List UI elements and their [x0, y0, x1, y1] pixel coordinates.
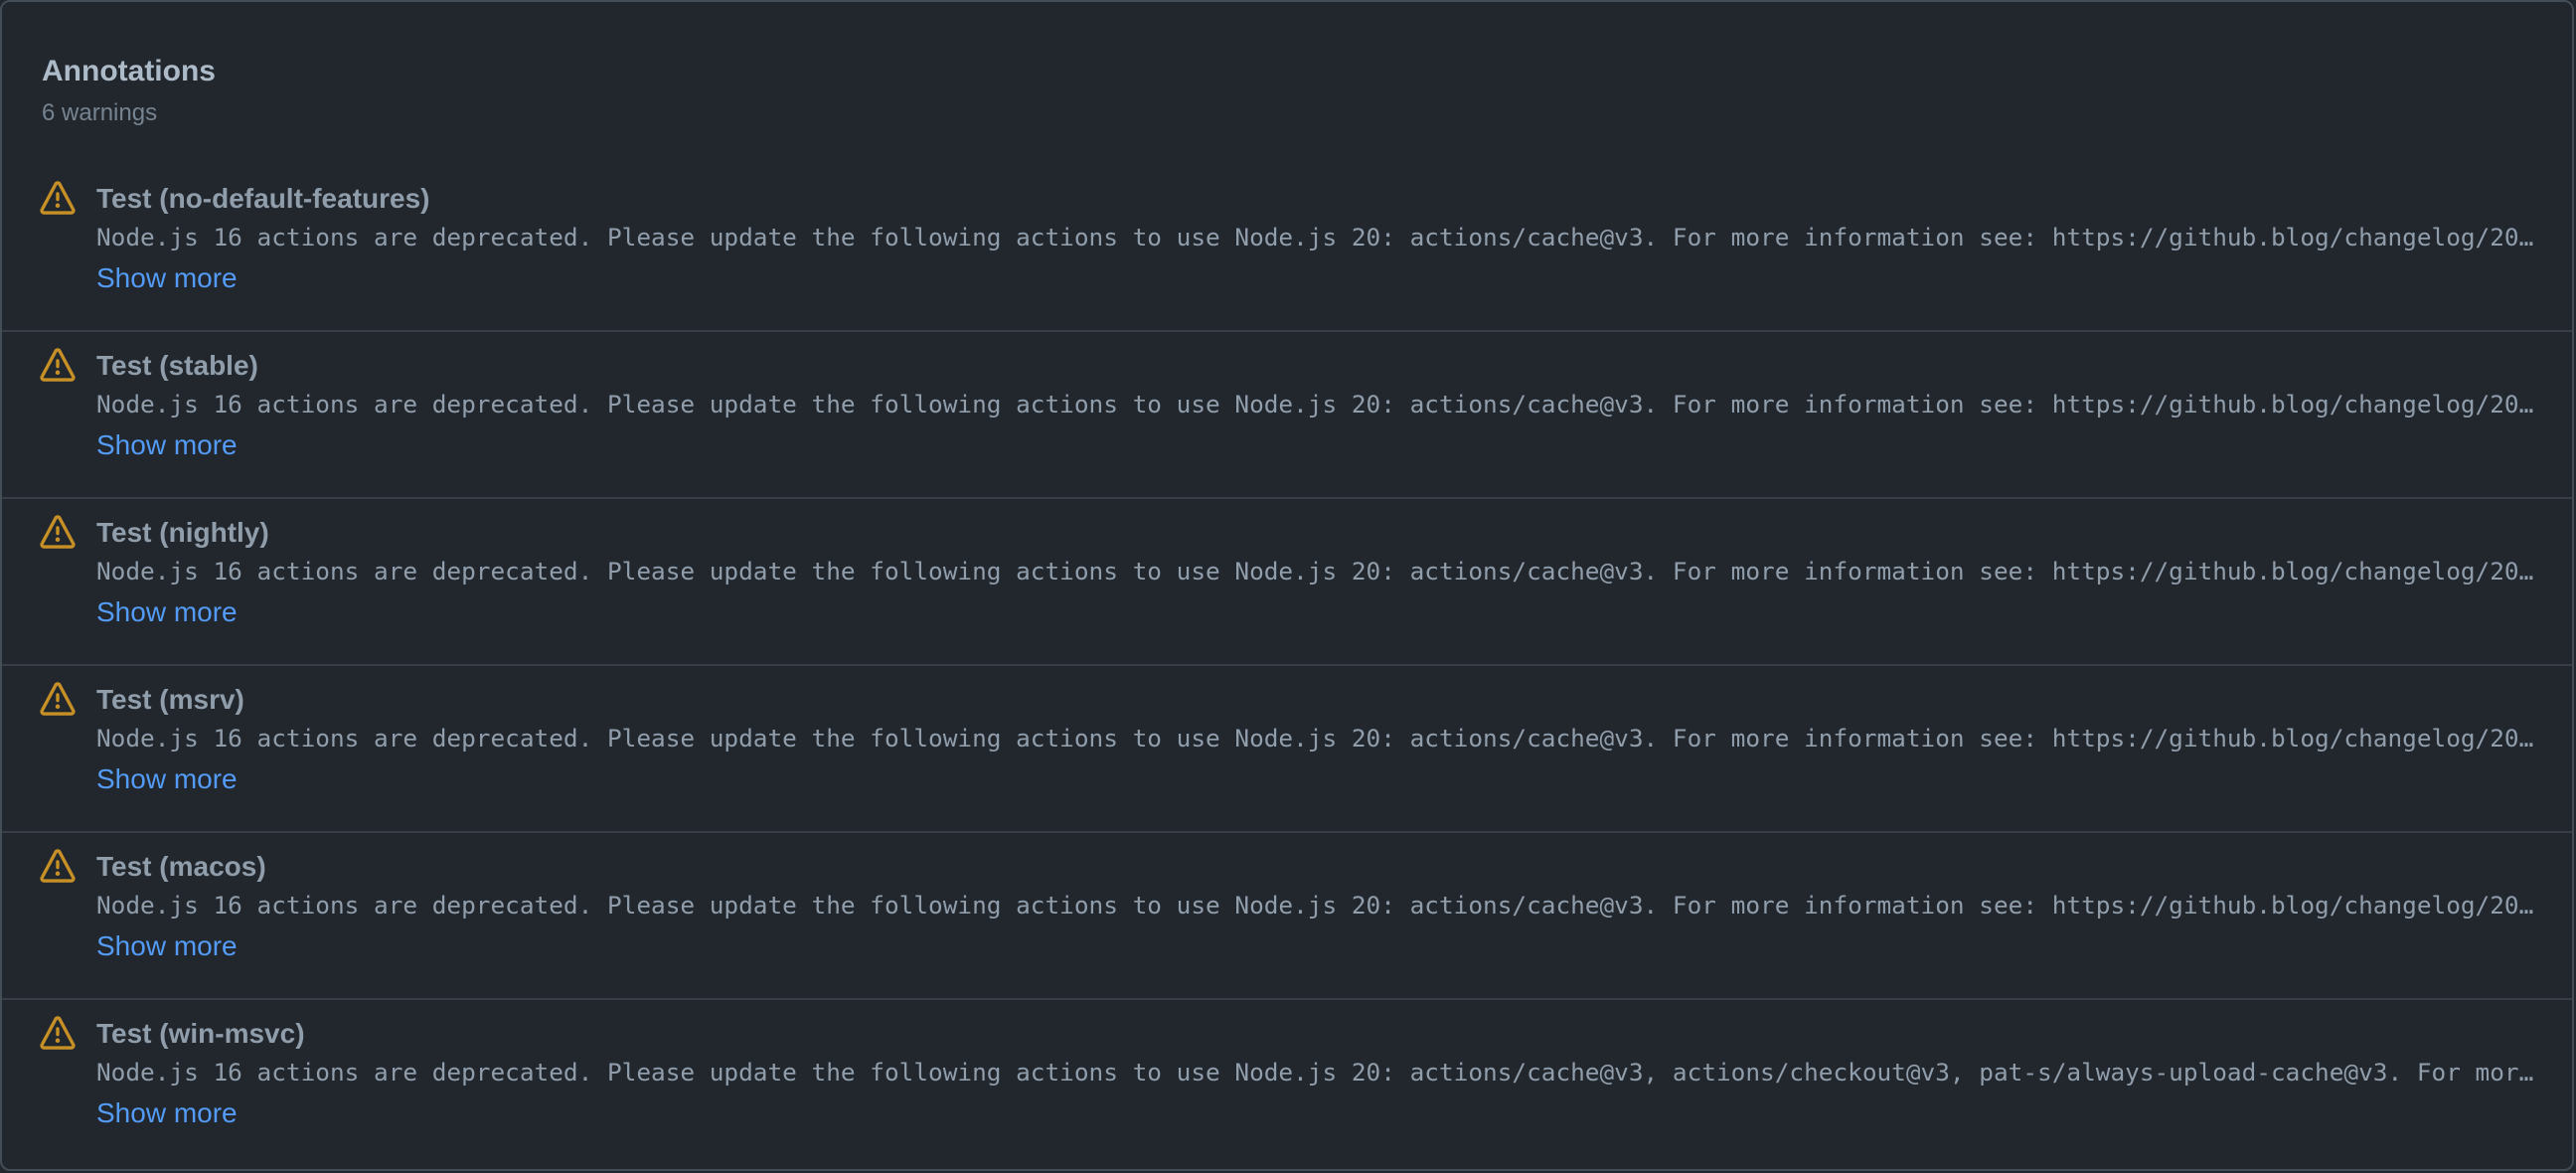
alert-triangle-icon [40, 181, 76, 215]
show-more-button[interactable]: Show more [96, 759, 238, 799]
annotation-item: Test (stable) Node.js 16 actions are dep… [2, 332, 2572, 499]
alert-triangle-icon [40, 682, 76, 716]
annotation-message: Node.js 16 actions are deprecated. Pleas… [96, 390, 2541, 419]
annotations-list: Test (no-default-features) Node.js 16 ac… [2, 165, 2572, 1167]
annotation-message: Node.js 16 actions are deprecated. Pleas… [96, 724, 2541, 753]
alert-triangle-icon [40, 849, 76, 883]
annotation-title: Test (no-default-features) [96, 183, 430, 214]
annotations-header: Annotations 6 warnings [2, 2, 2572, 165]
warnings-count: 6 warnings [42, 99, 158, 126]
annotation-item: Test (nightly) Node.js 16 actions are de… [2, 499, 2572, 666]
annotation-item: Test (win-msvc) Node.js 16 actions are d… [2, 1000, 2572, 1167]
annotations-panel: Annotations 6 warnings Test (no-default-… [0, 0, 2574, 1171]
annotation-message: Node.js 16 actions are deprecated. Pleas… [96, 223, 2541, 251]
annotation-item: Test (msrv) Node.js 16 actions are depre… [2, 666, 2572, 833]
alert-triangle-icon [40, 348, 76, 382]
annotation-title: Test (stable) [96, 350, 258, 381]
show-more-button[interactable]: Show more [96, 926, 238, 966]
show-more-button[interactable]: Show more [96, 425, 238, 465]
alert-triangle-icon [40, 515, 76, 549]
alert-triangle-icon [40, 1016, 76, 1050]
annotation-item: Test (macos) Node.js 16 actions are depr… [2, 833, 2572, 1000]
annotation-message: Node.js 16 actions are deprecated. Pleas… [96, 557, 2541, 586]
annotations-title: Annotations [42, 55, 216, 87]
annotation-message: Node.js 16 actions are deprecated. Pleas… [96, 1058, 2541, 1087]
annotation-item: Test (no-default-features) Node.js 16 ac… [2, 165, 2572, 332]
annotation-message: Node.js 16 actions are deprecated. Pleas… [96, 891, 2541, 920]
show-more-button[interactable]: Show more [96, 1093, 238, 1133]
annotation-title: Test (win-msvc) [96, 1018, 305, 1049]
annotation-title: Test (macos) [96, 851, 266, 882]
show-more-button[interactable]: Show more [96, 592, 238, 632]
annotation-title: Test (msrv) [96, 684, 244, 715]
show-more-button[interactable]: Show more [96, 258, 238, 298]
annotation-title: Test (nightly) [96, 517, 269, 548]
